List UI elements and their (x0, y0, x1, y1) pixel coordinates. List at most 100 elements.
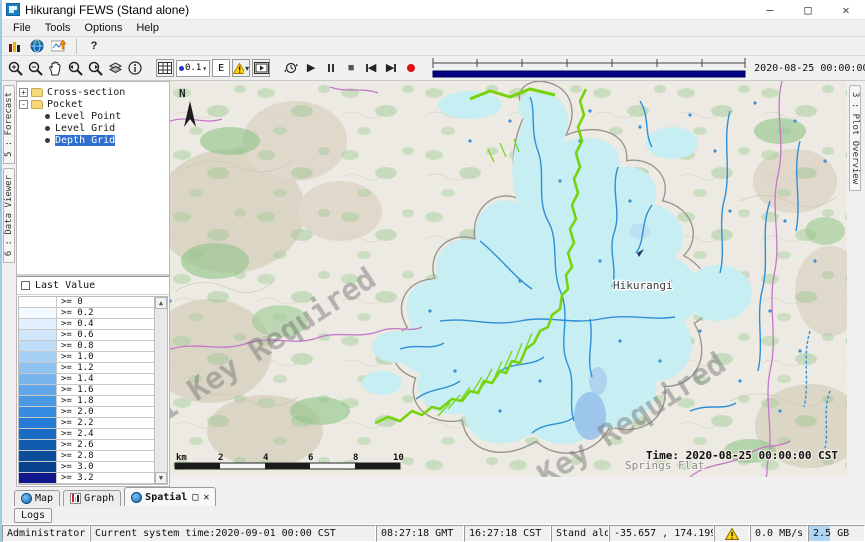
class-break-dot-icon (179, 66, 184, 71)
tree-item-depth-grid[interactable]: Depth Grid (33, 134, 167, 146)
legend-swatch (19, 297, 57, 307)
legend-row: >= 0.2 (19, 308, 154, 319)
scroll-up-icon[interactable]: ▲ (155, 297, 167, 309)
legend-scrollbar[interactable]: ▲ ▼ (154, 297, 167, 484)
bottom-tab-bar: Map Graph Spatial □ ✕ (2, 487, 865, 506)
info-icon[interactable] (126, 59, 144, 77)
tab-close-icon[interactable]: ✕ (203, 492, 209, 503)
menu-file[interactable]: File (6, 21, 38, 35)
pan-hand-icon[interactable] (46, 59, 64, 77)
legend-swatch (19, 330, 57, 340)
go-to-start-button[interactable]: ◀ (362, 59, 380, 77)
node-dot-icon (45, 126, 50, 131)
node-dot-icon (45, 138, 50, 143)
close-button[interactable]: ✕ (827, 0, 865, 19)
legend-class-list: >= 0 >= 0.2 >= 0.4 >= 0.6 >= 0.8 >= 1.0 … (19, 297, 154, 484)
legend-row: >= 1.6 (19, 385, 154, 396)
legend-swatch (19, 308, 57, 318)
tree-item-label: Depth Grid (55, 135, 115, 146)
minimize-button[interactable]: – (751, 0, 789, 19)
globe-icon (131, 492, 142, 503)
maximize-button[interactable]: □ (789, 0, 827, 19)
warning-threshold-dropdown[interactable]: ▾ (232, 59, 250, 77)
logs-button[interactable]: Logs (14, 508, 52, 523)
expand-icon[interactable]: + (19, 88, 28, 97)
app-window: Hikurangi FEWS (Stand alone) – □ ✕ File … (0, 0, 865, 542)
play-button[interactable]: ▶ (302, 59, 320, 77)
tree-item-label: Cross-section (47, 87, 125, 98)
scroll-down-icon[interactable]: ▼ (155, 472, 167, 484)
tab-spatial[interactable]: Spatial □ ✕ (124, 487, 216, 506)
main-toolbar: ? (2, 37, 865, 56)
go-to-end-button[interactable]: ▶ (382, 59, 400, 77)
zoom-next-icon[interactable] (86, 59, 104, 77)
legend-swatch (19, 440, 57, 450)
map-canvas[interactable]: API Key Required API Key Required N Hiku… (170, 81, 847, 477)
status-bar: Administrator Current system time:2020-0… (2, 524, 865, 542)
status-memory: 2.5 GB (808, 525, 865, 542)
svg-text:10: 10 (393, 453, 404, 463)
legend-toggle-button[interactable]: E (212, 59, 230, 77)
legend-swatch (19, 374, 57, 384)
tab-forecast[interactable]: 5 : Forecast (3, 85, 15, 164)
legend-row: >= 0.8 (19, 341, 154, 352)
title-bar: Hikurangi FEWS (Stand alone) – □ ✕ (2, 0, 865, 20)
legend-row: >= 0.6 (19, 330, 154, 341)
svg-text:4: 4 (263, 453, 269, 463)
help-icon[interactable]: ? (85, 37, 103, 55)
legend-row: >= 2.8 (19, 451, 154, 462)
status-mode: Stand alone (551, 525, 609, 542)
time-slider[interactable] (430, 57, 748, 79)
map-time-overlay: Time: 2020-08-25 00:00:00 CST (646, 449, 838, 462)
menu-options[interactable]: Options (77, 21, 129, 35)
svg-text:6: 6 (308, 453, 313, 463)
legend-swatch (19, 341, 57, 351)
tab-plot-overview[interactable]: 3 : Plot Overview (849, 85, 861, 191)
tree-item-level-grid[interactable]: Level Grid (33, 122, 167, 134)
grid-display-icon[interactable] (156, 59, 174, 77)
pause-button[interactable] (322, 59, 340, 77)
legend-row: >= 0.4 (19, 319, 154, 330)
status-user: Administrator (2, 525, 90, 542)
tab-maximize-icon[interactable]: □ (192, 492, 198, 503)
map-globe-icon[interactable] (28, 37, 46, 55)
timeseries-edit-icon[interactable] (50, 37, 68, 55)
legend-swatch (19, 473, 57, 483)
movie-export-icon[interactable] (252, 59, 270, 77)
menu-help[interactable]: Help (129, 21, 166, 35)
tree-item-cross-section[interactable]: + Cross-section (19, 86, 167, 98)
tab-data-viewer[interactable]: 6 : Data Viewer (3, 168, 15, 263)
record-button[interactable] (402, 59, 420, 77)
status-local-time: 16:27:18 CST (464, 525, 551, 542)
data-viewer-panel: + Cross-section - Pocket Level Point Lev… (16, 81, 170, 487)
tree-item-label: Pocket (47, 99, 83, 110)
class-break-dropdown[interactable]: 0.1 ▾ (176, 60, 210, 77)
svg-text:8: 8 (353, 453, 358, 463)
zoom-in-icon[interactable] (6, 59, 24, 77)
menu-tools[interactable]: Tools (38, 21, 78, 35)
animation-settings-icon[interactable] (282, 59, 300, 77)
tab-map[interactable]: Map (14, 490, 60, 506)
tab-graph[interactable]: Graph (63, 490, 121, 506)
tree-item-pocket[interactable]: - Pocket (19, 98, 167, 110)
status-warning-cell[interactable] (714, 525, 750, 542)
legend-swatch (19, 407, 57, 417)
scalar-chart-icon[interactable] (6, 37, 24, 55)
legend-row: >= 2.4 (19, 429, 154, 440)
zoom-previous-icon[interactable] (66, 59, 84, 77)
layers-icon[interactable] (106, 59, 124, 77)
last-value-checkbox[interactable] (21, 281, 30, 290)
tree-item-label: Level Point (55, 111, 121, 122)
stop-button[interactable]: ■ (342, 59, 360, 77)
current-datetime: 2020-08-25 00:00:00 CST (754, 63, 865, 74)
legend-row: >= 0 (19, 297, 154, 308)
chevron-down-icon: ▾ (245, 64, 249, 73)
legend-panel: Last Value >= 0 >= 0.2 >= 0.4 >= 0.6 >= … (17, 276, 169, 486)
collapse-icon[interactable]: - (19, 100, 28, 109)
town-label: Hikurangi (613, 279, 673, 292)
time-span-bar[interactable] (433, 71, 745, 77)
filter-tree: + Cross-section - Pocket Level Point Lev… (17, 82, 169, 276)
tree-item-level-point[interactable]: Level Point (33, 110, 167, 122)
zoom-out-icon[interactable] (26, 59, 44, 77)
map-toolbar: 0.1 ▾ E ▾ ▶ ■ ◀ ▶ (2, 56, 865, 81)
